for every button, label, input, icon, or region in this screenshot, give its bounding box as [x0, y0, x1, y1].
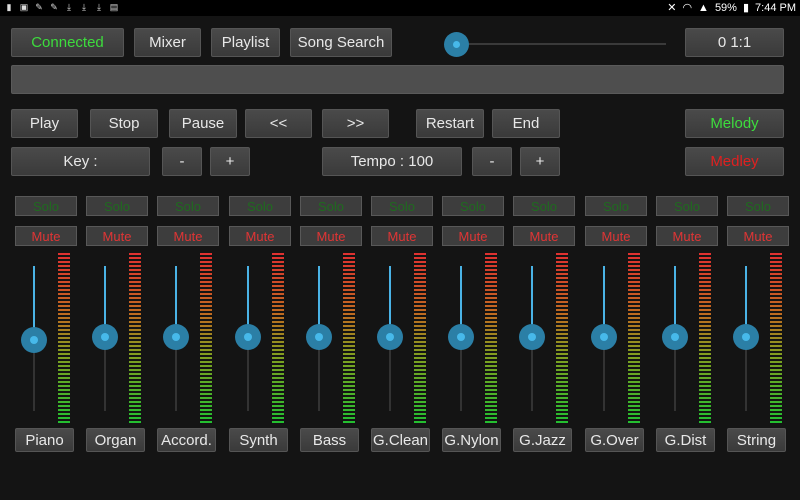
- volume-thumb[interactable]: [448, 324, 474, 351]
- melody-button[interactable]: Melody: [685, 109, 784, 138]
- volume-thumb[interactable]: [21, 326, 47, 353]
- level-meter: [414, 253, 426, 425]
- mute-button[interactable]: Mute: [86, 226, 148, 246]
- play-button[interactable]: Play: [11, 109, 78, 138]
- connected-button[interactable]: Connected: [11, 28, 124, 57]
- level-meter: [343, 253, 355, 425]
- level-meter: [628, 253, 640, 425]
- solo-button[interactable]: Solo: [585, 196, 647, 216]
- download-icon: ⤓: [67, 2, 71, 12]
- system-status: ✕ ◠ ▲ 59% ▮ 7:44 PM: [667, 1, 796, 15]
- volume-thumb[interactable]: [377, 324, 403, 351]
- level-meter: [272, 253, 284, 425]
- level-meter: [129, 253, 141, 425]
- solo-button[interactable]: Solo: [513, 196, 575, 216]
- image-icon: ▣: [19, 2, 29, 12]
- signal-icon: ▲: [698, 1, 709, 14]
- volume-thumb[interactable]: [591, 324, 617, 351]
- status-bar: ▮ ▣ ✎ ✎ ⤓ ⤓ ⤓ ▤ ✕ ◠ ▲ 59% ▮ 7:44 PM: [0, 0, 800, 16]
- seek-bar[interactable]: [456, 43, 666, 45]
- mute-button[interactable]: Mute: [513, 226, 575, 246]
- paint-icon: ✎: [50, 2, 58, 12]
- seek-thumb[interactable]: [444, 32, 469, 57]
- mute-button[interactable]: Mute: [656, 226, 718, 246]
- level-meter: [58, 253, 70, 425]
- mute-button[interactable]: Mute: [229, 226, 291, 246]
- mixer-button[interactable]: Mixer: [134, 28, 201, 57]
- paint-icon: ✎: [35, 2, 43, 12]
- mute-button[interactable]: Mute: [15, 226, 77, 246]
- mute-button[interactable]: Mute: [585, 226, 647, 246]
- channel-name[interactable]: Synth: [229, 428, 288, 452]
- level-meter: [699, 253, 711, 425]
- level-meter: [485, 253, 497, 425]
- solo-button[interactable]: Solo: [442, 196, 504, 216]
- position-display: 0 1:1: [685, 28, 784, 57]
- pause-button[interactable]: Pause: [169, 109, 237, 138]
- mute-icon: ✕: [667, 2, 677, 14]
- restart-button[interactable]: Restart: [416, 109, 484, 138]
- mute-button[interactable]: Mute: [157, 226, 219, 246]
- clock: 7:44 PM: [755, 1, 796, 14]
- channel-name[interactable]: G.Clean: [371, 428, 430, 452]
- solo-button[interactable]: Solo: [371, 196, 433, 216]
- volume-thumb[interactable]: [733, 324, 759, 351]
- channel-name[interactable]: Bass: [300, 428, 359, 452]
- stop-button[interactable]: Stop: [90, 109, 158, 138]
- channel-name[interactable]: Piano: [15, 428, 74, 452]
- notification-icon: ▮: [6, 2, 12, 12]
- rewind-button[interactable]: <<: [245, 109, 312, 138]
- key-minus-button[interactable]: -: [162, 147, 202, 176]
- volume-thumb[interactable]: [92, 324, 118, 351]
- battery-icon: ▮: [742, 2, 750, 14]
- key-plus-button[interactable]: +: [210, 147, 250, 176]
- song-title-bar: [11, 65, 784, 94]
- download-icon: ⤓: [82, 2, 86, 12]
- channel-name[interactable]: Organ: [86, 428, 145, 452]
- playlist-button[interactable]: Playlist: [211, 28, 280, 57]
- solo-button[interactable]: Solo: [656, 196, 718, 216]
- download-icon: ⤓: [97, 2, 101, 12]
- tempo-minus-button[interactable]: -: [472, 147, 512, 176]
- solo-button[interactable]: Solo: [15, 196, 77, 216]
- channel-name[interactable]: G.Nylon: [442, 428, 501, 452]
- volume-thumb[interactable]: [519, 324, 545, 351]
- mute-button[interactable]: Mute: [371, 226, 433, 246]
- channel-name[interactable]: Accord.: [157, 428, 216, 452]
- end-button[interactable]: End: [492, 109, 560, 138]
- level-meter: [770, 253, 782, 425]
- song-search-button[interactable]: Song Search: [290, 28, 392, 57]
- channel-name[interactable]: G.Over: [585, 428, 644, 452]
- channel-name[interactable]: G.Dist: [656, 428, 715, 452]
- channel-name[interactable]: String: [727, 428, 786, 452]
- volume-thumb[interactable]: [306, 324, 332, 351]
- mute-button[interactable]: Mute: [727, 226, 789, 246]
- forward-button[interactable]: >>: [322, 109, 389, 138]
- mute-button[interactable]: Mute: [442, 226, 504, 246]
- level-meter: [556, 253, 568, 425]
- battery-percent: 59%: [714, 1, 737, 14]
- solo-button[interactable]: Solo: [300, 196, 362, 216]
- level-meter: [200, 253, 212, 425]
- briefcase-icon: ▤: [109, 2, 119, 12]
- solo-button[interactable]: Solo: [86, 196, 148, 216]
- volume-thumb[interactable]: [235, 324, 261, 351]
- solo-button[interactable]: Solo: [157, 196, 219, 216]
- wifi-icon: ◠: [682, 2, 693, 14]
- key-display: Key :: [11, 147, 150, 176]
- volume-thumb[interactable]: [662, 324, 688, 351]
- solo-button[interactable]: Solo: [229, 196, 291, 216]
- mute-button[interactable]: Mute: [300, 226, 362, 246]
- channel-name[interactable]: G.Jazz: [513, 428, 572, 452]
- tempo-plus-button[interactable]: +: [520, 147, 560, 176]
- volume-thumb[interactable]: [163, 324, 189, 351]
- solo-button[interactable]: Solo: [727, 196, 789, 216]
- notification-icons: ▮ ▣ ✎ ✎ ⤓ ⤓ ⤓ ▤: [4, 2, 119, 12]
- tempo-display: Tempo : 100: [322, 147, 462, 176]
- medley-button[interactable]: Medley: [685, 147, 784, 176]
